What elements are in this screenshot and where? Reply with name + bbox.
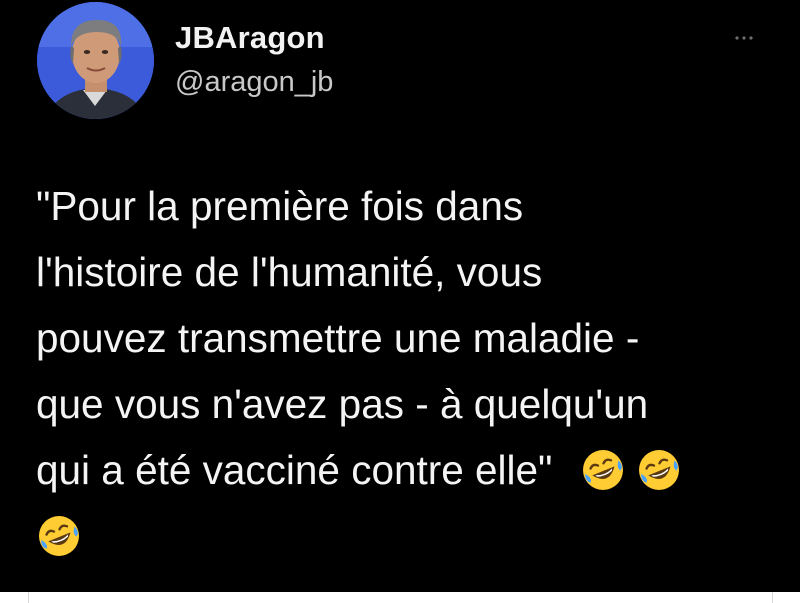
- tweet-text-line: l'histoire de l'humanité, vous: [36, 239, 776, 305]
- tweet-text-line-5: qui a été vacciné contre elle": [36, 447, 553, 493]
- divider: [28, 592, 29, 603]
- tweet-text-line-3: pouvez transmettre une maladie -: [36, 315, 640, 361]
- tweet-text-line: [36, 503, 776, 569]
- tweet-text-line-1: "Pour la première fois dans: [36, 183, 524, 229]
- tweet-text-line: pouvez transmettre une maladie -: [36, 305, 776, 371]
- more-options-button[interactable]: [728, 26, 764, 50]
- tweet-text-line: que vous n'avez pas - à quelqu'un: [36, 371, 776, 437]
- tweet-text-line: "Pour la première fois dans: [36, 173, 776, 239]
- tweet-text-line-2: l'histoire de l'humanité, vous: [36, 249, 543, 295]
- tweet-text-line-4: que vous n'avez pas - à quelqu'un: [36, 381, 649, 427]
- avatar[interactable]: [37, 2, 154, 119]
- tweet-text-line: qui a été vacciné contre elle": [36, 437, 776, 503]
- ellipsis-icon: [735, 36, 753, 40]
- divider: [772, 592, 773, 603]
- user-handle[interactable]: @aragon_jb: [175, 66, 333, 99]
- rolling-on-the-floor-laughing-emoji-icon: [36, 513, 82, 559]
- rolling-on-the-floor-laughing-emoji-icon: [636, 447, 682, 493]
- avatar-photo: [37, 2, 154, 119]
- tweet-text: "Pour la première fois dans l'histoire d…: [36, 173, 776, 569]
- display-name[interactable]: JBAragon: [175, 20, 325, 56]
- tweet-card: JBAragon @aragon_jb "Pour la première fo…: [0, 0, 800, 592]
- bottom-strip: [0, 592, 800, 603]
- rolling-on-the-floor-laughing-emoji-icon: [580, 447, 626, 493]
